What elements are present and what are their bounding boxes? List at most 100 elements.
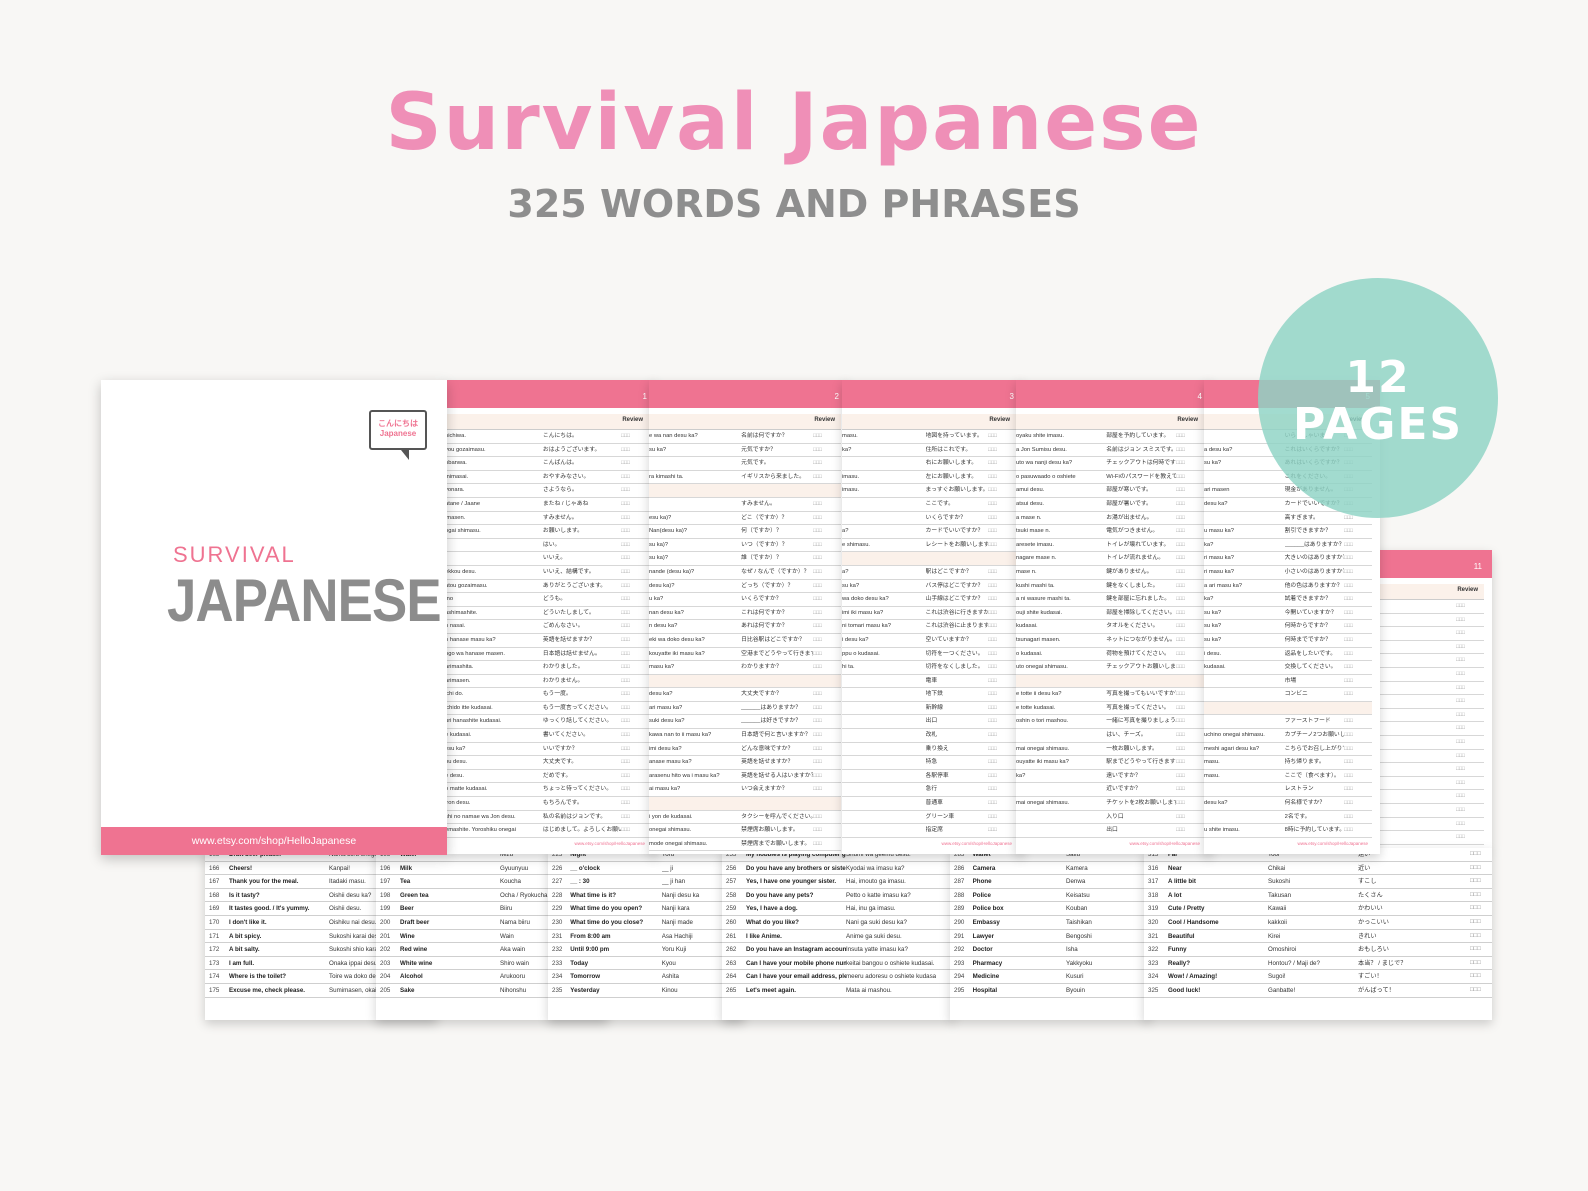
review-checkboxes[interactable]: □□□ — [1456, 777, 1484, 790]
review-checkboxes[interactable]: □□□ — [1176, 512, 1204, 525]
review-checkboxes[interactable]: □□□ — [1344, 688, 1372, 701]
review-checkboxes[interactable]: □□□ — [1176, 580, 1204, 593]
review-checkboxes[interactable]: □□□ — [1176, 552, 1204, 565]
review-checkboxes[interactable]: □□□ — [1176, 525, 1204, 538]
review-checkboxes[interactable]: □□□ — [988, 770, 1016, 783]
review-checkboxes[interactable]: □□□ — [988, 688, 1016, 701]
review-checkboxes[interactable]: □□□ — [621, 552, 649, 565]
review-checkboxes[interactable]: □□□ — [813, 688, 841, 701]
review-checkboxes[interactable]: □□□ — [621, 743, 649, 756]
review-checkboxes[interactable]: □□□ — [813, 783, 841, 796]
review-checkboxes[interactable]: □□□ — [1176, 715, 1204, 728]
review-checkboxes[interactable]: □□□ — [1344, 743, 1372, 756]
review-checkboxes[interactable]: □□□ — [1176, 634, 1204, 647]
review-checkboxes[interactable]: □□□ — [988, 484, 1016, 497]
review-checkboxes[interactable]: □□□ — [1176, 484, 1204, 497]
review-checkboxes[interactable]: □□□ — [621, 648, 649, 661]
review-checkboxes[interactable]: □□□ — [988, 824, 1016, 837]
review-checkboxes[interactable]: □□□ — [1176, 770, 1204, 783]
review-checkboxes[interactable]: □□□ — [988, 539, 1016, 552]
review-checkboxes[interactable]: □□□ — [1456, 831, 1484, 844]
review-checkboxes[interactable]: □□□ — [988, 783, 1016, 796]
review-checkboxes[interactable]: □□□ — [813, 444, 841, 457]
review-checkboxes[interactable]: □□□ — [1344, 770, 1372, 783]
review-checkboxes[interactable]: □□□ — [813, 634, 841, 647]
review-checkboxes[interactable]: □□□ — [1344, 783, 1372, 796]
review-checkboxes[interactable]: □□□ — [621, 580, 649, 593]
review-checkboxes[interactable]: □□□ — [988, 675, 1016, 688]
review-checkboxes[interactable]: □□□ — [1470, 984, 1492, 997]
review-checkboxes[interactable]: □□□ — [1470, 889, 1492, 902]
review-checkboxes[interactable]: □□□ — [813, 593, 841, 606]
review-checkboxes[interactable]: □□□ — [813, 715, 841, 728]
review-checkboxes[interactable]: □□□ — [621, 512, 649, 525]
review-checkboxes[interactable]: □□□ — [1470, 943, 1492, 956]
review-checkboxes[interactable]: □□□ — [813, 756, 841, 769]
review-checkboxes[interactable]: □□□ — [813, 430, 841, 443]
review-checkboxes[interactable]: □□□ — [1344, 525, 1372, 538]
review-checkboxes[interactable]: □□□ — [813, 580, 841, 593]
review-checkboxes[interactable]: □□□ — [621, 620, 649, 633]
review-checkboxes[interactable]: □□□ — [1456, 668, 1484, 681]
review-checkboxes[interactable]: □□□ — [1456, 818, 1484, 831]
review-checkboxes[interactable]: □□□ — [1344, 729, 1372, 742]
review-checkboxes[interactable]: □□□ — [1344, 634, 1372, 647]
review-checkboxes[interactable]: □□□ — [1176, 593, 1204, 606]
review-checkboxes[interactable]: □□□ — [621, 607, 649, 620]
review-checkboxes[interactable]: □□□ — [1176, 661, 1204, 674]
review-checkboxes[interactable]: □□□ — [1470, 957, 1492, 970]
review-checkboxes[interactable]: □□□ — [813, 471, 841, 484]
review-checkboxes[interactable]: □□□ — [988, 525, 1016, 538]
review-checkboxes[interactable]: □□□ — [988, 756, 1016, 769]
review-checkboxes[interactable]: □□□ — [621, 811, 649, 824]
review-checkboxes[interactable]: □□□ — [988, 566, 1016, 579]
review-checkboxes[interactable]: □□□ — [988, 430, 1016, 443]
review-checkboxes[interactable]: □□□ — [621, 783, 649, 796]
review-checkboxes[interactable]: □□□ — [1176, 457, 1204, 470]
review-checkboxes[interactable]: □□□ — [1344, 620, 1372, 633]
review-checkboxes[interactable]: □□□ — [1176, 444, 1204, 457]
review-checkboxes[interactable]: □□□ — [813, 512, 841, 525]
review-checkboxes[interactable]: □□□ — [1344, 824, 1372, 837]
review-checkboxes[interactable]: □□□ — [1176, 620, 1204, 633]
review-checkboxes[interactable]: □□□ — [1176, 702, 1204, 715]
review-checkboxes[interactable]: □□□ — [988, 702, 1016, 715]
review-checkboxes[interactable]: □□□ — [1456, 750, 1484, 763]
review-checkboxes[interactable]: □□□ — [1456, 695, 1484, 708]
review-checkboxes[interactable]: □□□ — [988, 634, 1016, 647]
review-checkboxes[interactable]: □□□ — [621, 471, 649, 484]
review-checkboxes[interactable]: □□□ — [1456, 600, 1484, 613]
review-checkboxes[interactable]: □□□ — [1176, 729, 1204, 742]
review-checkboxes[interactable]: □□□ — [1470, 902, 1492, 915]
review-checkboxes[interactable]: □□□ — [1344, 539, 1372, 552]
review-checkboxes[interactable]: □□□ — [813, 498, 841, 511]
review-checkboxes[interactable]: □□□ — [813, 729, 841, 742]
review-checkboxes[interactable]: □□□ — [813, 525, 841, 538]
review-checkboxes[interactable]: □□□ — [621, 770, 649, 783]
review-checkboxes[interactable]: □□□ — [1470, 848, 1492, 861]
review-checkboxes[interactable]: □□□ — [988, 444, 1016, 457]
review-checkboxes[interactable]: □□□ — [988, 648, 1016, 661]
review-checkboxes[interactable]: □□□ — [1176, 471, 1204, 484]
review-checkboxes[interactable]: □□□ — [1456, 790, 1484, 803]
review-checkboxes[interactable]: □□□ — [1470, 862, 1492, 875]
review-checkboxes[interactable]: □□□ — [1456, 709, 1484, 722]
review-checkboxes[interactable]: □□□ — [1456, 641, 1484, 654]
review-checkboxes[interactable]: □□□ — [1470, 970, 1492, 983]
review-checkboxes[interactable]: □□□ — [1176, 688, 1204, 701]
review-checkboxes[interactable]: □□□ — [621, 593, 649, 606]
review-checkboxes[interactable]: □□□ — [1344, 566, 1372, 579]
review-checkboxes[interactable]: □□□ — [1176, 824, 1204, 837]
review-checkboxes[interactable]: □□□ — [1344, 756, 1372, 769]
review-checkboxes[interactable]: □□□ — [813, 648, 841, 661]
review-checkboxes[interactable]: □□□ — [621, 525, 649, 538]
review-checkboxes[interactable]: □□□ — [1344, 675, 1372, 688]
review-checkboxes[interactable]: □□□ — [1176, 797, 1204, 810]
review-checkboxes[interactable]: □□□ — [621, 797, 649, 810]
review-checkboxes[interactable]: □□□ — [1470, 875, 1492, 888]
review-checkboxes[interactable]: □□□ — [621, 661, 649, 674]
review-checkboxes[interactable]: □□□ — [813, 661, 841, 674]
review-checkboxes[interactable]: □□□ — [1470, 916, 1492, 929]
review-checkboxes[interactable]: □□□ — [813, 620, 841, 633]
review-checkboxes[interactable]: □□□ — [621, 702, 649, 715]
